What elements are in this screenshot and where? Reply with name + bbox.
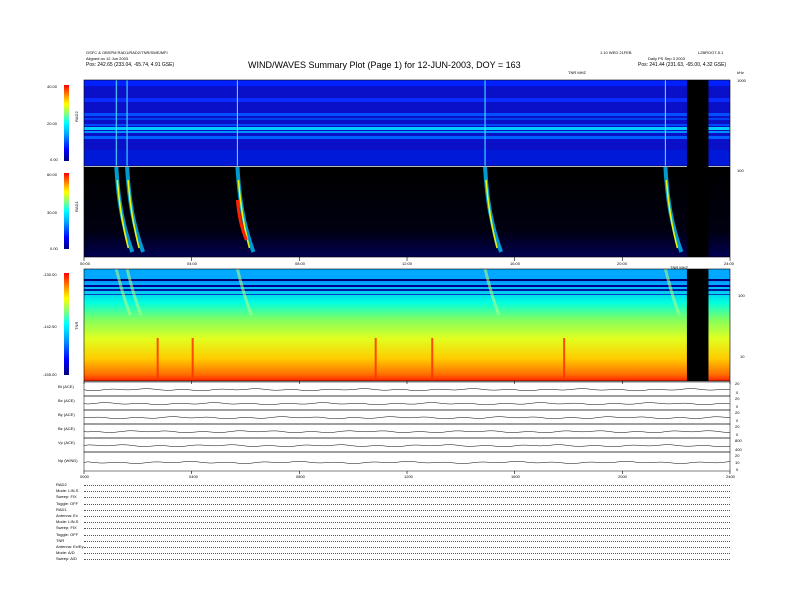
tnr-spectrogram	[84, 269, 730, 381]
rad2-spectrogram	[84, 80, 730, 166]
line-panel-2	[83, 409, 731, 425]
line-panels	[83, 381, 731, 472]
rad1-spectrogram	[84, 167, 730, 257]
line-panel-3	[83, 423, 731, 439]
rad2-colorbar	[64, 85, 69, 161]
summary-plot	[64, 79, 731, 474]
tnr-colorbar	[64, 273, 69, 375]
rad1-colorbar	[64, 173, 69, 249]
data-gap-radio	[686, 80, 709, 257]
line-panel-5	[83, 451, 731, 472]
line-panel-1	[83, 395, 731, 411]
line-panel-4	[83, 437, 731, 453]
line-panel-0	[83, 381, 731, 397]
data-gap-tnr	[686, 269, 709, 381]
